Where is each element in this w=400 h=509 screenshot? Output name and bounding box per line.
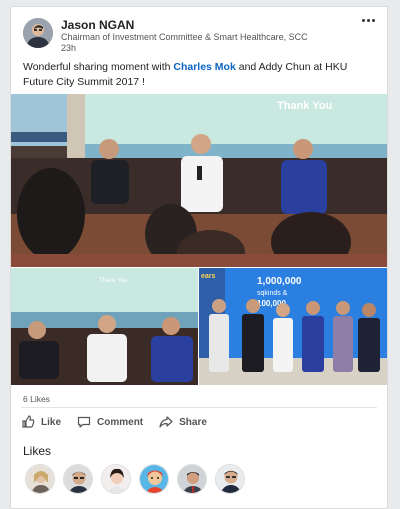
more-options-icon[interactable] — [357, 13, 379, 27]
author-avatar[interactable] — [23, 18, 53, 48]
like-label: Like — [41, 416, 62, 428]
liker-avatar[interactable] — [101, 464, 131, 494]
thumbs-up-icon — [21, 415, 35, 429]
author-headline: Chairman of Investment Committee & Smart… — [61, 32, 308, 42]
slide-thank-you-text: Thank You — [277, 100, 332, 112]
share-button[interactable]: Share — [159, 415, 207, 429]
comment-label: Comment — [97, 416, 144, 428]
poster-line2: sqkinds & — [257, 290, 288, 297]
liker-avatar[interactable] — [177, 464, 207, 494]
share-arrow-icon — [159, 415, 173, 429]
post-text: Wonderful sharing moment with Charles Mo… — [23, 60, 379, 90]
post-text-before: Wonderful sharing moment with — [23, 61, 174, 73]
liker-avatar[interactable] — [63, 464, 93, 494]
comment-icon — [77, 415, 91, 429]
slide-thank-you-small: Thank You — [99, 278, 127, 284]
post-actions: Like Comment Share — [21, 411, 223, 433]
liker-avatar[interactable] — [139, 464, 169, 494]
feed-post-card: Jason NGAN Chairman of Investment Commit… — [10, 6, 388, 509]
likes-section-title: Likes — [23, 444, 52, 458]
poster-years-text: ears — [201, 273, 216, 280]
post-photo-secondary[interactable]: Thank You — [11, 268, 198, 385]
likers-list — [25, 464, 245, 494]
comment-button[interactable]: Comment — [77, 415, 143, 429]
mention-link[interactable]: Charles Mok — [173, 61, 235, 73]
liker-avatar[interactable] — [215, 464, 245, 494]
post-photo-group[interactable]: ears 1,000,000 sqkinds & 100,000 — [199, 268, 387, 385]
author-name[interactable]: Jason NGAN — [61, 18, 134, 32]
like-button[interactable]: Like — [21, 415, 61, 429]
liker-avatar[interactable] — [25, 464, 55, 494]
post-photo-main[interactable]: Thank You — [11, 94, 387, 267]
poster-line1: 1,000,000 — [257, 276, 302, 287]
divider — [21, 407, 377, 408]
post-timestamp: 23h — [61, 43, 77, 53]
share-label: Share — [179, 416, 207, 428]
post-header: Jason NGAN Chairman of Investment Commit… — [11, 7, 387, 59]
likes-count[interactable]: 6 Likes — [23, 394, 50, 404]
